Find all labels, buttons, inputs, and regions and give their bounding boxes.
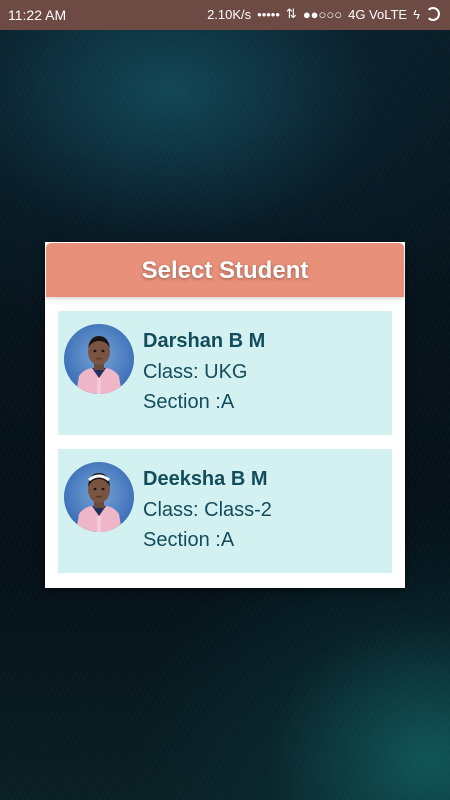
notification-dots-icon: ••••• [257,6,280,22]
network-speed: 2.10K/s [207,6,252,22]
network-type: 4G VoLTE [348,6,408,22]
student-section: Section :A [143,529,235,551]
select-student-dialog: Select Student Darshan B M Class: UKG Se… [45,242,405,588]
status-time: 11:22 AM [8,7,67,23]
battery-icon [426,7,440,21]
dialog-title: Select Student [46,243,404,297]
status-indicators: 2.10K/s ••••• ⇅ ●●○○○ 4G VoLTE ϟ [207,6,440,22]
student-card-darshan[interactable]: Darshan B M Class: UKG Section :A [58,311,392,435]
charging-icon: ϟ [413,6,420,22]
student-name: Darshan B M [143,330,266,352]
status-bar: 11:22 AM 2.10K/s ••••• ⇅ ●●○○○ 4G VoLTE … [0,0,450,30]
student-avatar [64,462,134,532]
student-section: Section :A [143,391,235,413]
signal-strength-icon: ●●○○○ [302,6,343,22]
student-avatar [64,324,134,394]
student-class: Class: Class-2 [143,499,272,521]
data-arrows-icon: ⇅ [285,6,297,21]
student-card-deeksha[interactable]: Deeksha B M Class: Class-2 Section :A [58,449,392,573]
student-name: Deeksha B M [143,468,268,490]
student-class: Class: UKG [143,361,248,383]
